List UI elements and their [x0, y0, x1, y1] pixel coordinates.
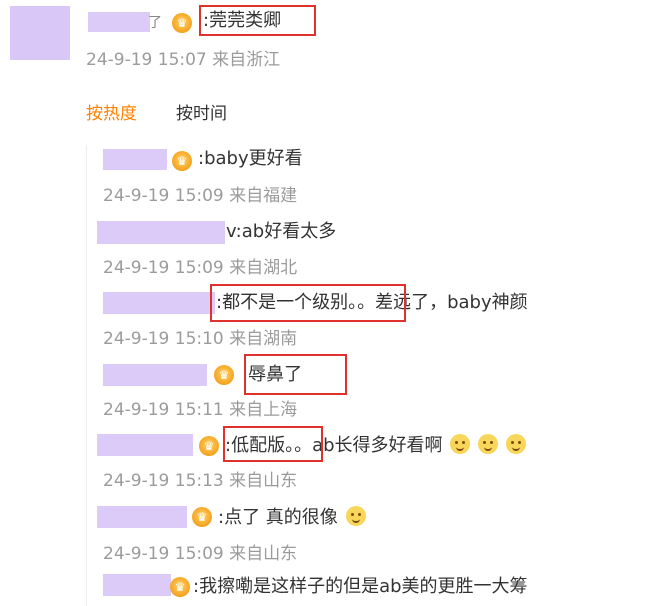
- crown-badge-icon: ♛: [199, 436, 219, 456]
- reply-2-meta: 24-9-19 15:09 来自湖北: [103, 258, 298, 278]
- main-post-avatar[interactable]: [10, 6, 70, 60]
- highlight-box: [199, 5, 316, 36]
- reply-6-text: :点了 真的很像: [218, 506, 366, 529]
- crown-badge-icon: ♛: [172, 13, 192, 33]
- reply-6-username[interactable]: [97, 506, 187, 528]
- highlight-box: [210, 284, 406, 322]
- reply-1-username[interactable]: [103, 149, 167, 170]
- main-post-username-suffix: 了: [148, 15, 162, 31]
- crown-badge-icon: ♛: [172, 151, 192, 171]
- reply-5-username[interactable]: [97, 434, 193, 456]
- reply-3-meta: 24-9-19 15:10 来自湖南: [103, 329, 298, 349]
- crown-badge-icon: ♛: [192, 507, 212, 527]
- tab-sort-by-time[interactable]: 按时间: [176, 104, 227, 124]
- reply-2-username[interactable]: [97, 221, 225, 244]
- reply-7-text: :我擦嘞是这样子的但是ab美的更胜一大筹: [193, 576, 528, 597]
- reply-3-username[interactable]: [103, 292, 215, 314]
- smile-emoji-icon: [505, 434, 526, 454]
- smile-emoji-icon: [450, 434, 471, 454]
- highlight-box: [244, 354, 347, 395]
- reply-6-text-content: :点了 真的很像: [218, 507, 338, 528]
- reply-7-username[interactable]: [103, 574, 171, 596]
- tab-sort-by-hot[interactable]: 按热度: [86, 104, 137, 124]
- reply-2-text: v:ab好看太多: [226, 221, 337, 242]
- crown-badge-icon: ♛: [170, 577, 190, 597]
- smile-emoji-icon: [478, 434, 498, 454]
- highlight-box: [223, 426, 323, 462]
- reply-5-meta: 24-9-19 15:13 来自山东: [103, 471, 298, 491]
- laughing-emoji-icon: [345, 506, 366, 526]
- reply-6-meta: 24-9-19 15:09 来自山东: [103, 544, 298, 564]
- crown-badge-icon: ♛: [214, 365, 234, 385]
- reply-4-meta: 24-9-19 15:11 来自上海: [103, 400, 298, 420]
- reply-1-meta: 24-9-19 15:09 来自福建: [103, 186, 298, 206]
- reply-4-username[interactable]: [103, 364, 207, 386]
- reply-thread-divider: [86, 145, 87, 606]
- main-post-meta: 24-9-19 15:07 来自浙江: [86, 50, 281, 70]
- main-post-username[interactable]: [88, 12, 150, 32]
- reply-1-text: :baby更好看: [198, 148, 303, 169]
